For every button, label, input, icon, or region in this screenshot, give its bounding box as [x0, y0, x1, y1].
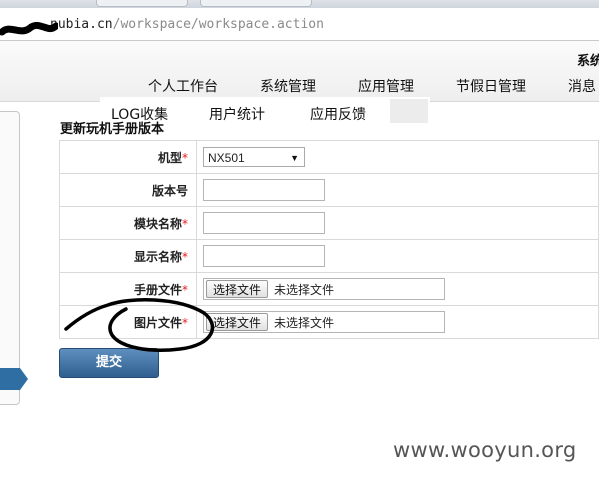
subnav-user-stats[interactable]: 用户统计 — [209, 104, 265, 124]
file-status-text: 未选择文件 — [274, 283, 335, 297]
redaction-scribble — [0, 21, 58, 36]
module-name-input[interactable] — [203, 212, 325, 234]
form-row-version: 版本号 — [59, 173, 599, 207]
browser-tab[interactable] — [96, 0, 188, 7]
label-text: 手册文件 — [133, 282, 182, 297]
label-text: 显示名称 — [133, 249, 182, 264]
sidebar-toggle-bar — [0, 368, 20, 390]
choose-file-button[interactable]: 选择文件 — [206, 280, 268, 298]
form-row-module-name: 模块名称* — [59, 206, 599, 240]
field-cell: 选择文件 未选择文件 — [196, 305, 599, 339]
required-mark: * — [182, 150, 188, 165]
watermark: www.wooyun.org — [393, 438, 577, 462]
subnav-app-feedback[interactable]: 应用反馈 — [310, 104, 366, 124]
field-label: 图片文件* — [59, 305, 197, 339]
label-text: 版本号 — [151, 183, 188, 198]
upload-form: 机型* NX501 ▼ 版本号 模块名称* 显示名称* 手册文件* 选择文件 未… — [59, 140, 599, 339]
form-row-model: 机型* NX501 ▼ — [59, 140, 599, 174]
field-cell — [196, 239, 599, 273]
required-mark: * — [182, 216, 188, 231]
manual-file-input[interactable]: 选择文件 未选择文件 — [203, 278, 445, 300]
nav-holiday-management[interactable]: 节假日管理 — [456, 76, 568, 96]
field-label: 机型* — [59, 140, 197, 174]
field-label: 手册文件* — [59, 272, 197, 306]
form-row-display-name: 显示名称* — [59, 239, 599, 273]
model-select-value: NX501 — [208, 151, 245, 165]
sidebar-panel — [0, 111, 20, 405]
field-label: 模块名称* — [59, 206, 197, 240]
address-bar[interactable]: nubia.cn/workspace/workspace.action — [0, 8, 599, 41]
nav-personal-workspace[interactable]: 个人工作台 — [148, 76, 260, 96]
field-cell — [196, 173, 599, 207]
required-mark: * — [182, 249, 188, 264]
url-path: /workspace/workspace.action — [112, 17, 324, 32]
model-select[interactable]: NX501 ▼ — [203, 147, 305, 167]
display-name-input[interactable] — [203, 245, 325, 267]
dropdown-arrow-icon: ▼ — [290, 153, 299, 163]
required-mark: * — [182, 315, 188, 330]
nav-messages[interactable]: 消息 — [568, 76, 599, 96]
form-row-image-file: 图片文件* 选择文件 未选择文件 — [59, 305, 599, 339]
field-label: 版本号 — [59, 173, 197, 207]
image-file-input[interactable]: 选择文件 未选择文件 — [203, 311, 445, 333]
file-status-text: 未选择文件 — [274, 316, 335, 330]
main-nav: 个人工作台 系统管理 应用管理 节假日管理 消息 — [148, 76, 599, 96]
label-text: 机型 — [157, 150, 182, 165]
field-cell: NX501 ▼ — [196, 140, 599, 174]
submit-button[interactable]: 提交 — [59, 348, 159, 378]
version-input[interactable] — [203, 179, 325, 201]
system-name: 系统 — [576, 54, 599, 69]
field-label: 显示名称* — [59, 239, 197, 273]
browser-tab[interactable] — [200, 0, 312, 7]
url-host: nubia.cn — [50, 17, 113, 32]
nav-system-management[interactable]: 系统管理 — [260, 76, 358, 96]
field-cell — [196, 206, 599, 240]
required-mark: * — [182, 282, 188, 297]
form-row-manual-file: 手册文件* 选择文件 未选择文件 — [59, 272, 599, 306]
subnav-empty-item — [390, 99, 428, 123]
label-text: 模块名称 — [133, 216, 182, 231]
choose-file-button[interactable]: 选择文件 — [206, 313, 268, 331]
label-text: 图片文件 — [133, 315, 182, 330]
chevron-right-icon — [20, 368, 28, 390]
page-title: 更新玩机手册版本 — [60, 122, 165, 137]
field-cell: 选择文件 未选择文件 — [196, 272, 599, 306]
browser-tab-strip — [0, 0, 599, 8]
nav-app-management[interactable]: 应用管理 — [358, 76, 456, 96]
